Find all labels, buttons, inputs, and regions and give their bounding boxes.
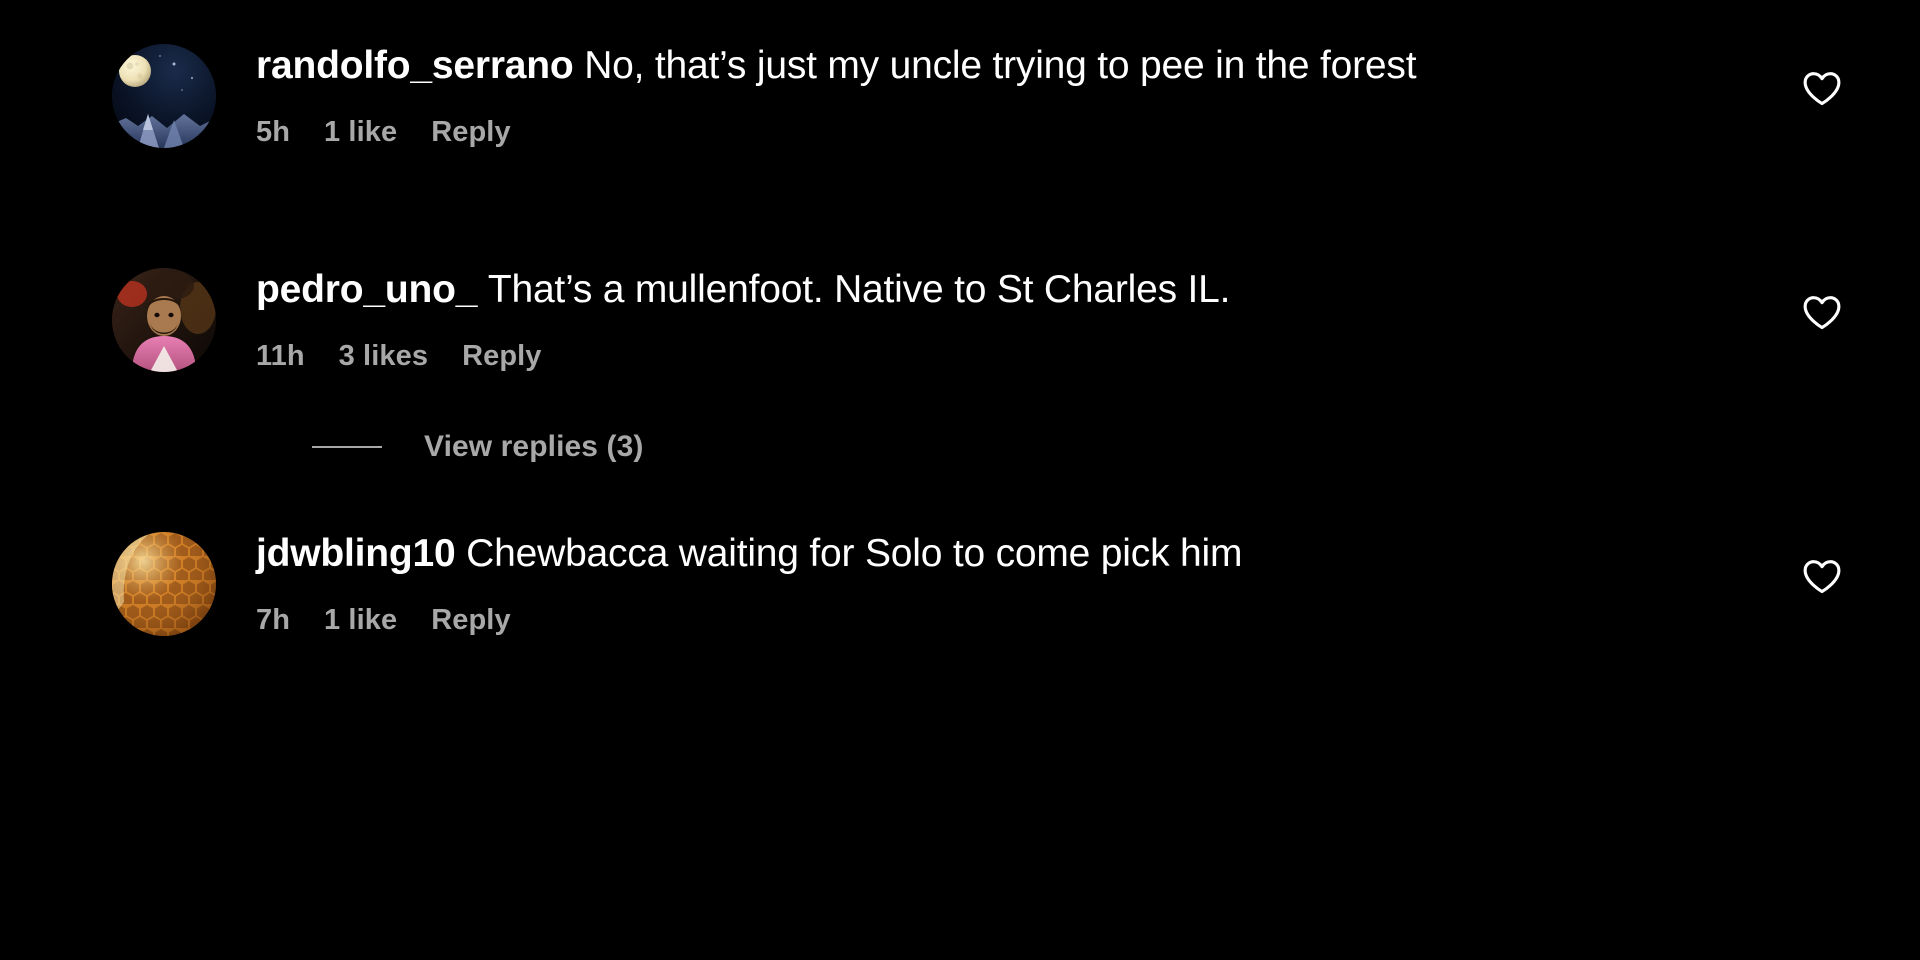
comment-timestamp: 11h	[256, 339, 305, 372]
comment-username[interactable]: pedro_uno_	[256, 268, 477, 311]
like-button[interactable]	[1796, 286, 1848, 338]
comment-timestamp: 7h	[256, 603, 291, 636]
comment-meta-row: 5h 1 like Reply	[256, 115, 1766, 148]
heart-outline-icon[interactable]	[1800, 554, 1844, 598]
comment-body: pedro_uno_ That’s a mullenfoot. Native t…	[256, 264, 1796, 371]
heart-outline-icon[interactable]	[1800, 290, 1844, 334]
like-button[interactable]	[1796, 62, 1848, 114]
comment-timestamp: 5h	[256, 115, 291, 148]
comment-meta-row: 7h 1 like Reply	[256, 603, 1766, 636]
comment-text: jdwbling10 Chewbacca waiting for Solo to…	[256, 528, 1766, 580]
like-button[interactable]	[1796, 550, 1848, 602]
comment-username[interactable]: jdwbling10	[256, 532, 456, 575]
comment-body: randolfo_serrano No, that’s just my uncl…	[256, 40, 1796, 147]
comment-like-count[interactable]: 3 likes	[339, 341, 428, 371]
comment-like-count[interactable]: 1 like	[324, 117, 397, 147]
comment-message: That’s a mullenfoot. Native to St Charle…	[487, 268, 1231, 311]
comment-item: jdwbling10 Chewbacca waiting for Solo to…	[0, 528, 1920, 636]
comment-text: randolfo_serrano No, that’s just my uncl…	[256, 40, 1766, 92]
avatar[interactable]	[112, 268, 216, 372]
comment-like-count[interactable]: 1 like	[324, 605, 397, 635]
comment-text: pedro_uno_ That’s a mullenfoot. Native t…	[256, 264, 1766, 316]
comment-item: pedro_uno_ That’s a mullenfoot. Native t…	[0, 264, 1920, 372]
comment-message: No, that’s just my uncle trying to pee i…	[584, 44, 1417, 87]
heart-outline-icon[interactable]	[1800, 66, 1844, 110]
avatar-wrapper[interactable]	[112, 40, 216, 148]
comment-reply-button[interactable]: Reply	[431, 605, 510, 635]
comments-panel: randolfo_serrano No, that’s just my uncl…	[0, 0, 1920, 960]
comment-item: randolfo_serrano No, that’s just my uncl…	[0, 40, 1920, 148]
avatar-wrapper[interactable]	[112, 264, 216, 372]
comment-meta-row: 11h 3 likes Reply	[256, 339, 1766, 372]
replies-dash-icon	[312, 446, 382, 448]
avatar[interactable]	[112, 532, 216, 636]
avatar[interactable]	[112, 44, 216, 148]
comment-body: jdwbling10 Chewbacca waiting for Solo to…	[256, 528, 1796, 635]
comment-message: Chewbacca waiting for Solo to come pick …	[466, 532, 1243, 575]
comment-username[interactable]: randolfo_serrano	[256, 44, 574, 87]
avatar-wrapper[interactable]	[112, 528, 216, 636]
view-replies-label[interactable]: View replies (3)	[424, 430, 643, 464]
view-replies-row[interactable]: View replies (3)	[0, 430, 1920, 464]
comment-reply-button[interactable]: Reply	[431, 117, 510, 147]
comment-reply-button[interactable]: Reply	[462, 341, 541, 371]
